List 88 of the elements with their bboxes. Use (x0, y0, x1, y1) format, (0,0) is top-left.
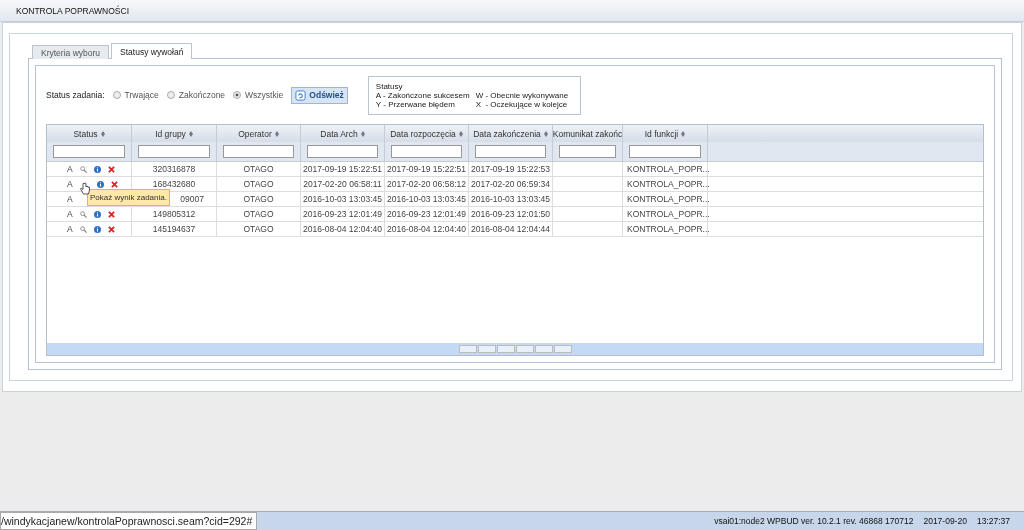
pager-button[interactable] (553, 345, 572, 353)
status-url: /windykacjanew/kontrolaPoprawnosci.seam?cid=292# (0, 512, 258, 530)
radio-button[interactable] (233, 91, 242, 99)
delete-icon[interactable] (107, 225, 115, 233)
hand-cursor-icon (79, 181, 90, 195)
legend-item: A - Zakończone sukcesem (375, 90, 470, 100)
filter-input[interactable] (53, 145, 125, 158)
table-cell: 2017-02-20 06:58:12 (385, 177, 469, 191)
table-cell: OTAGO (217, 222, 301, 236)
table-cell: 2016-10-03 13:03:45 (385, 192, 469, 206)
refresh-button[interactable]: Odśwież (291, 86, 348, 104)
legend-item: X - Oczekujące w kolejce (475, 99, 569, 109)
legend-item: Y - Przerwane błędem (375, 99, 456, 109)
table-cell: 2017-09-19 15:22:51 (385, 162, 469, 176)
version-info: vsai01:node2 WPBUD ver. 10.2.1 rev. 46868 170712 (714, 516, 914, 526)
info-icon[interactable] (93, 225, 101, 233)
search-icon[interactable] (79, 165, 87, 173)
filter-input[interactable] (629, 145, 701, 158)
status-code: A (67, 194, 73, 204)
table-cell: 149805312 (132, 207, 217, 221)
sort-icon (360, 130, 365, 137)
info-icon[interactable] (93, 210, 101, 218)
sort-icon (100, 130, 105, 137)
sort-icon (274, 130, 279, 137)
status-code: A (67, 179, 73, 189)
table-cell: 2017-09-19 15:22:51 (301, 162, 385, 176)
table-cell: 2016-09-23 12:01:50 (469, 207, 553, 221)
radio-label: Wszystkie (245, 90, 284, 100)
table-cell: 2017-09-19 15:22:53 (469, 162, 553, 176)
sort-icon (681, 130, 686, 137)
sort-icon (188, 130, 193, 137)
radio-button[interactable] (166, 91, 175, 99)
filter-input[interactable] (475, 145, 546, 158)
info-icon[interactable] (96, 180, 104, 188)
table-cell: 320316878 (132, 162, 217, 176)
filter-input[interactable] (307, 145, 378, 158)
table-cell: 145194637 (132, 222, 217, 236)
status-time: 13:27:37 (976, 516, 1010, 526)
sort-icon (543, 130, 548, 137)
radio-label: Trwające (124, 90, 159, 100)
filter-input[interactable] (559, 145, 616, 158)
radio-button[interactable] (112, 91, 121, 99)
sort-icon (458, 130, 463, 137)
table-cell: KONTROLA_POPR... (623, 162, 708, 176)
delete-icon[interactable] (107, 165, 115, 173)
search-icon[interactable] (79, 225, 87, 233)
page-title: KONTROLA POPRAWNOŚCI (16, 5, 130, 16)
status-code: A (67, 224, 73, 234)
table-cell: KONTROLA_POPR... (623, 177, 708, 191)
table-cell: OTAGO (217, 177, 301, 191)
table-cell: 2016-09-23 12:01:49 (301, 207, 385, 221)
tooltip: Pokaż wynik zadania. (87, 189, 170, 206)
status-code: A (67, 164, 73, 174)
tab[interactable]: Kryteria wyboru (32, 45, 110, 59)
filter-input[interactable] (138, 145, 210, 158)
table-cell: 2016-08-04 12:04:44 (469, 222, 553, 236)
radio-label: Zakończone (178, 90, 226, 100)
search-icon[interactable] (79, 210, 87, 218)
table-cell: OTAGO (217, 207, 301, 221)
table-cell: KONTROLA_POPR... (623, 192, 708, 206)
table-cell: 2016-10-03 13:03:45 (469, 192, 553, 206)
table-cell: 2016-08-04 12:04:40 (301, 222, 385, 236)
status-code: A (67, 209, 73, 219)
table-cell: 2016-10-03 13:03:45 (301, 192, 385, 206)
table-cell: 2016-08-04 12:04:40 (385, 222, 469, 236)
pager-button[interactable] (496, 345, 515, 353)
legend-title: Statusy (375, 81, 403, 91)
filter-label: Status zadania: (46, 90, 105, 100)
table-cell: 2016-09-23 12:01:49 (385, 207, 469, 221)
table-cell: 2017-02-20 06:58:11 (301, 177, 385, 191)
legend-item: W - Obecnie wykonywane (475, 90, 569, 100)
table-cell: KONTROLA_POPR... (623, 222, 708, 236)
refresh-icon (295, 89, 307, 101)
table-cell: OTAGO (217, 192, 301, 206)
filter-input[interactable] (391, 145, 462, 158)
delete-icon[interactable] (110, 180, 118, 188)
pager-button[interactable] (534, 345, 553, 353)
table-cell: KONTROLA_POPR... (623, 207, 708, 221)
table-cell: OTAGO (217, 162, 301, 176)
status-date: 2017-09-20 (923, 516, 967, 526)
info-icon[interactable] (93, 165, 101, 173)
pager-button[interactable] (515, 345, 534, 353)
delete-icon[interactable] (107, 210, 115, 218)
table-cell: 2017-02-20 06:59:34 (469, 177, 553, 191)
pager-button[interactable] (458, 345, 477, 353)
filter-input[interactable] (223, 145, 294, 158)
tab[interactable]: Statusy wywołań (111, 43, 193, 59)
pager-button[interactable] (477, 345, 496, 353)
